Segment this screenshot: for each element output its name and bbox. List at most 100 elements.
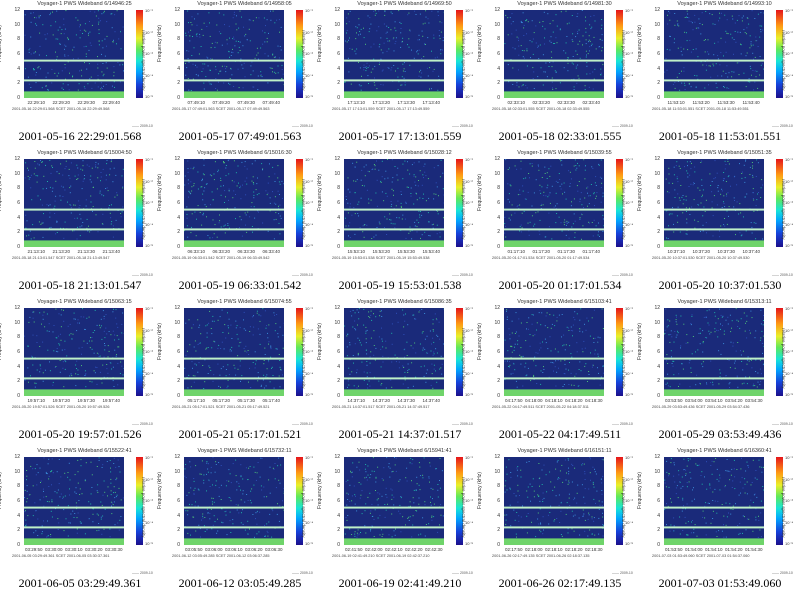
noise-speck [51, 82, 53, 84]
noise-speck [505, 236, 507, 238]
noise-speck [542, 54, 544, 56]
noise-speck [537, 76, 539, 78]
noise-speck [400, 202, 402, 204]
noise-speck [673, 374, 675, 376]
noise-speck [108, 331, 110, 332]
noise-speck [529, 334, 531, 335]
noise-speck [64, 28, 66, 30]
noise-speck [40, 68, 41, 70]
colorbar-tick-label: 10⁻⁵ [145, 392, 154, 397]
noise-speck [218, 462, 220, 463]
noise-speck [429, 481, 430, 483]
colorbar-tick-label: 10⁻⁴ [465, 519, 474, 525]
spectrogram-plot [24, 308, 124, 396]
noise-speck [231, 74, 233, 76]
noise-speck [201, 224, 203, 226]
noise-speck [591, 166, 593, 168]
noise-speck [240, 341, 242, 343]
noise-speck [406, 480, 408, 482]
noise-speck [268, 359, 270, 361]
noise-speck [702, 366, 704, 368]
noise-speck [437, 210, 439, 212]
noise-speck [599, 504, 601, 506]
noise-speck [67, 39, 69, 41]
noise-speck [426, 335, 428, 337]
noise-speck [270, 10, 271, 12]
noise-speck [91, 348, 93, 350]
noise-speck [254, 367, 256, 369]
noise-speck [366, 189, 368, 191]
y-tick-label: 4 [657, 65, 660, 72]
noise-speck [80, 218, 82, 220]
noise-speck [260, 75, 262, 77]
y-tick-label: 10 [494, 170, 500, 177]
noise-speck [511, 346, 513, 348]
noise-speck [354, 192, 356, 194]
noise-speck [84, 88, 86, 89]
noise-speck [188, 61, 190, 63]
noise-speck [346, 335, 348, 337]
noise-speck [701, 471, 703, 473]
noise-speck [550, 481, 552, 483]
noise-speck [263, 360, 265, 361]
noise-speck [217, 518, 218, 520]
colorbar-tick-label: 10⁻³ [625, 51, 633, 56]
spectrogram-plot [664, 10, 764, 98]
noise-speck [235, 23, 237, 25]
noise-speck [220, 185, 222, 187]
noise-speck [41, 531, 43, 533]
noise-speck [260, 315, 262, 317]
x-tick-label: 17:13:40 [422, 100, 441, 105]
noise-speck [758, 192, 759, 193]
noise-speck [48, 323, 50, 325]
noise-speck [240, 522, 242, 524]
noise-speck [114, 349, 116, 351]
noise-speck [282, 500, 283, 502]
noise-speck [530, 57, 531, 59]
noise-speck [273, 387, 275, 389]
noise-speck [437, 489, 439, 491]
y-tick-label: 12 [334, 156, 340, 162]
noise-speck [396, 217, 398, 219]
colorbar-tick-label: 10⁻⁵ [785, 94, 794, 99]
noise-speck [416, 199, 418, 201]
noise-speck [370, 71, 372, 73]
noise-speck [380, 348, 382, 350]
noise-speck [208, 322, 210, 324]
noise-speck [539, 190, 541, 192]
y-tick-label: 2 [337, 229, 340, 236]
colorbar-tick-label: 10⁻⁵ [785, 541, 794, 546]
noise-speck [526, 490, 528, 492]
y-tick-label: 8 [17, 36, 20, 43]
noise-speck [733, 468, 735, 470]
y-tick-label: 8 [497, 483, 500, 490]
noise-speck [699, 189, 701, 191]
noise-speck [45, 496, 47, 498]
noise-speck [395, 457, 397, 459]
noise-speck [720, 353, 722, 355]
noise-speck [418, 311, 420, 313]
noise-speck [730, 331, 732, 333]
noise-speck [568, 482, 570, 484]
noise-speck [38, 15, 40, 17]
noise-speck [512, 372, 514, 374]
noise-speck [383, 23, 385, 25]
noise-speck [745, 376, 747, 378]
noise-speck [77, 322, 79, 324]
noise-speck [760, 29, 762, 30]
noise-speck [710, 185, 712, 186]
low-frequency-floor [24, 538, 124, 545]
noise-speck [728, 215, 729, 217]
noise-speck [30, 465, 32, 467]
noise-speck [107, 356, 109, 358]
noise-speck [532, 67, 534, 69]
noise-speck [233, 160, 235, 162]
noise-speck [118, 338, 120, 340]
noise-speck [36, 335, 38, 337]
noise-speck [745, 55, 747, 57]
noise-speck [541, 469, 543, 471]
noise-speck [58, 522, 60, 524]
noise-speck [577, 190, 579, 192]
noise-speck [26, 475, 28, 477]
colorbar-tick-label: 10⁻⁴ [145, 519, 154, 525]
